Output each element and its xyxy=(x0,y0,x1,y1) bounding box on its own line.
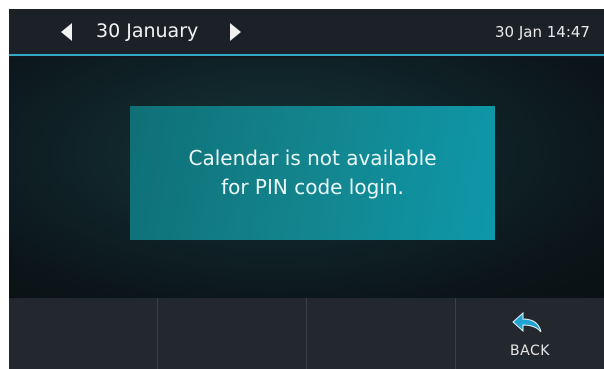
message-line-1: Calendar is not available xyxy=(188,146,437,170)
softkey-1[interactable] xyxy=(9,298,158,369)
back-button[interactable]: BACK xyxy=(456,298,604,369)
message-text: Calendar is not available for PIN code l… xyxy=(188,144,436,202)
back-arrow-icon xyxy=(512,311,542,333)
softkey-2[interactable] xyxy=(158,298,307,369)
date-title: 30 January xyxy=(96,20,199,42)
phone-screen: 30 January 30 Jan 14:47 Calendar is not … xyxy=(9,9,604,369)
info-message-box: Calendar is not available for PIN code l… xyxy=(130,106,495,240)
main-content: Calendar is not available for PIN code l… xyxy=(9,58,604,298)
back-label: BACK xyxy=(510,343,550,359)
softkey-3[interactable] xyxy=(307,298,456,369)
arrow-left-icon[interactable] xyxy=(61,23,72,41)
softkey-bar: BACK xyxy=(9,298,604,369)
top-bar: 30 January 30 Jan 14:47 xyxy=(9,9,604,56)
message-line-2: for PIN code login. xyxy=(221,175,404,199)
arrow-right-icon[interactable] xyxy=(230,23,241,41)
clock-display: 30 Jan 14:47 xyxy=(495,23,590,41)
